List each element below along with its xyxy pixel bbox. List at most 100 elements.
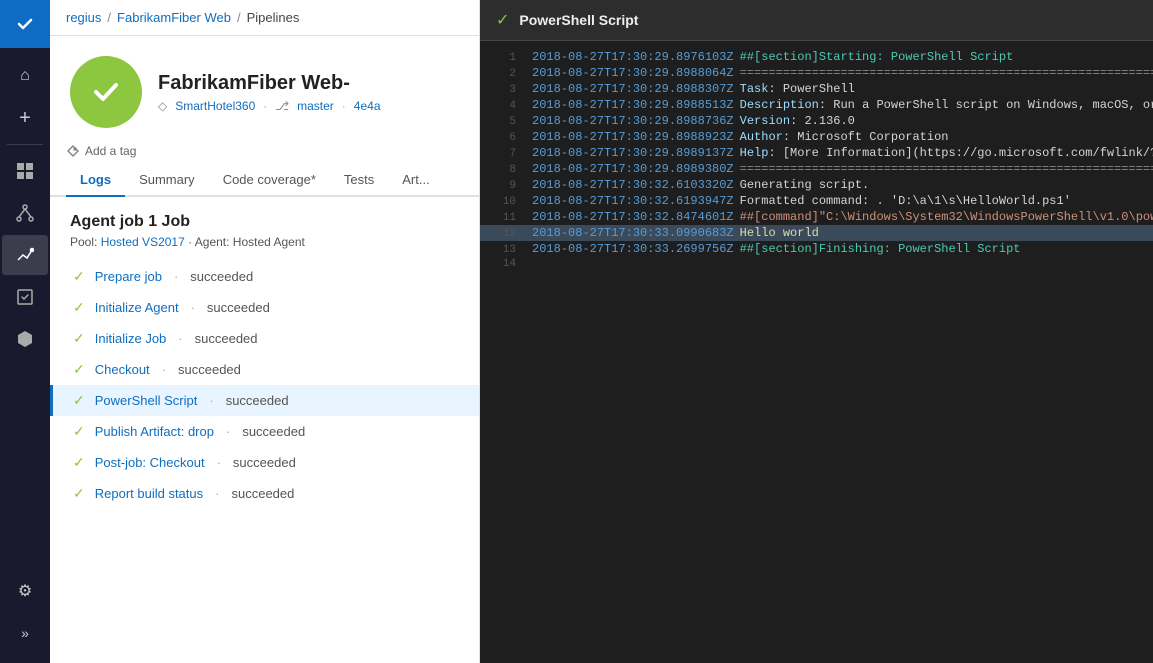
breadcrumb-project[interactable]: FabrikamFiber Web xyxy=(117,10,231,25)
build-header: FabrikamFiber Web- ◇ SmartHotel360 · ⎇ m… xyxy=(50,36,479,138)
testplans-icon[interactable] xyxy=(2,277,48,317)
tab-code-coverage[interactable]: Code coverage* xyxy=(209,164,330,197)
task-list: ✓ Prepare job · succeeded ✓ Initialize A… xyxy=(50,257,479,513)
task-item[interactable]: ✓ PowerShell Script · succeeded xyxy=(50,385,479,416)
tab-logs[interactable]: Logs xyxy=(66,164,125,197)
pool-name[interactable]: Hosted VS2017 xyxy=(101,235,185,249)
line-number: 5 xyxy=(488,116,516,128)
pipelines-icon[interactable] xyxy=(2,235,48,275)
log-text: ========================================… xyxy=(740,66,1153,80)
task-status: succeeded xyxy=(231,486,294,501)
add-tag-label: Add a tag xyxy=(85,144,136,158)
artifacts-icon[interactable] xyxy=(2,319,48,359)
task-item[interactable]: ✓ Post-job: Checkout · succeeded xyxy=(50,447,479,478)
line-number: 6 xyxy=(488,132,516,144)
log-value: : Run a PowerShell script on Windows, ma… xyxy=(819,98,1153,112)
terminal-check-icon: ✓ xyxy=(496,10,509,30)
task-dot: · xyxy=(209,393,213,408)
task-name: Post-job: Checkout xyxy=(95,455,205,470)
left-panel: regius / FabrikamFiber Web / Pipelines F… xyxy=(50,0,480,663)
repos-icon[interactable] xyxy=(2,193,48,233)
tab-summary[interactable]: Summary xyxy=(125,164,209,197)
log-line: 6 2018-08-27T17:30:29.8988923Z Author : Mi… xyxy=(480,129,1153,145)
build-commit[interactable]: 4e4a xyxy=(354,99,381,113)
breadcrumb-sep1: / xyxy=(107,10,111,25)
line-number: 3 xyxy=(488,84,516,96)
log-timestamp: 2018-08-27T17:30:29.8988064Z xyxy=(532,66,734,80)
log-timestamp: 2018-08-27T17:30:33.2699756Z xyxy=(532,242,734,256)
task-item[interactable]: ✓ Publish Artifact: drop · succeeded xyxy=(50,416,479,447)
log-text: Formatted command: . 'D:\a\1\s\HelloWorl… xyxy=(740,194,1071,208)
settings-icon[interactable]: ⚙ xyxy=(2,571,48,611)
task-item[interactable]: ✓ Checkout · succeeded xyxy=(50,354,479,385)
task-check-icon: ✓ xyxy=(73,485,85,502)
log-timestamp: 2018-08-27T17:30:32.6193947Z xyxy=(532,194,734,208)
build-source[interactable]: SmartHotel360 xyxy=(175,99,255,113)
task-dot: · xyxy=(226,424,230,439)
log-line: 102018-08-27T17:30:32.6193947ZFormatted … xyxy=(480,193,1153,209)
task-status: succeeded xyxy=(195,331,258,346)
breadcrumb-sep2: / xyxy=(237,10,241,25)
log-line: 2 2018-08-27T17:30:29.8988064Z ===========… xyxy=(480,65,1153,81)
task-check-icon: ✓ xyxy=(73,392,85,409)
log-value: : Microsoft Corporation xyxy=(783,130,949,144)
task-check-icon: ✓ xyxy=(73,361,85,378)
boards-icon[interactable] xyxy=(2,151,48,191)
task-status: succeeded xyxy=(233,455,296,470)
log-key: Author xyxy=(740,130,783,144)
log-text: ##[section]Starting: PowerShell Script xyxy=(740,50,1014,64)
task-dot: · xyxy=(178,331,182,346)
task-item[interactable]: ✓ Report build status · succeeded xyxy=(50,478,479,509)
log-key: Version xyxy=(740,114,790,128)
log-text: ##[section]Finishing: PowerShell Script xyxy=(740,242,1021,256)
terminal-header: ✓ PowerShell Script xyxy=(480,0,1153,41)
line-number: 14 xyxy=(488,258,516,270)
icon-bar: ⌂ + ⚙ » xyxy=(0,0,50,663)
log-line: 72018-08-27T17:30:29.8989137ZHelp : [Mor… xyxy=(480,145,1153,161)
line-number: 4 xyxy=(488,100,516,112)
add-tag-button[interactable]: Add a tag xyxy=(50,138,479,164)
log-line: 12018-08-27T17:30:29.8976103Z##[section]… xyxy=(480,49,1153,65)
task-item[interactable]: ✓ Initialize Job · succeeded xyxy=(50,323,479,354)
task-check-icon: ✓ xyxy=(73,268,85,285)
task-dot: · xyxy=(217,455,221,470)
log-line: 14 xyxy=(480,257,1153,271)
pool-label: Pool: xyxy=(70,235,97,249)
task-item[interactable]: ✓ Prepare job · succeeded xyxy=(50,261,479,292)
log-line: 112018-08-27T17:30:32.8474601Z##[command… xyxy=(480,209,1153,225)
log-timestamp: 2018-08-27T17:30:29.8988923Z xyxy=(532,130,734,144)
log-key: Help xyxy=(740,146,769,160)
build-info: FabrikamFiber Web- ◇ SmartHotel360 · ⎇ m… xyxy=(158,72,381,113)
home-icon[interactable]: ⌂ xyxy=(2,56,48,96)
task-status: succeeded xyxy=(207,300,270,315)
task-check-icon: ✓ xyxy=(73,423,85,440)
log-line: 13 2018-08-27T17:30:33.2699756Z ##[section… xyxy=(480,241,1153,257)
line-number: 9 xyxy=(488,180,516,192)
log-text: ##[command]"C:\Windows\System32\WindowsP… xyxy=(740,210,1153,224)
build-status-icon xyxy=(70,56,142,128)
task-check-icon: ✓ xyxy=(73,299,85,316)
build-branch[interactable]: master xyxy=(297,99,334,113)
line-number: 12 xyxy=(488,228,516,240)
breadcrumb: regius / FabrikamFiber Web / Pipelines xyxy=(50,0,479,36)
tab-tests[interactable]: Tests xyxy=(330,164,388,197)
plus-icon[interactable]: + xyxy=(2,98,48,138)
tab-artifacts[interactable]: Art... xyxy=(388,164,443,197)
task-check-icon: ✓ xyxy=(73,454,85,471)
task-item[interactable]: ✓ Initialize Agent · succeeded xyxy=(50,292,479,323)
expand-icon[interactable]: » xyxy=(2,613,48,653)
terminal-body[interactable]: 12018-08-27T17:30:29.8976103Z##[section]… xyxy=(480,41,1153,663)
job-title: Agent job 1 Job xyxy=(70,213,459,231)
job-section: Agent job 1 Job Pool: Hosted VS2017 · Ag… xyxy=(50,197,479,257)
log-key: Description xyxy=(740,98,819,112)
breadcrumb-org[interactable]: regius xyxy=(66,10,101,25)
log-line: 32018-08-27T17:30:29.8988307ZTask : Powe… xyxy=(480,81,1153,97)
line-number: 2 xyxy=(488,68,516,80)
app-logo[interactable] xyxy=(0,0,50,48)
build-branch-icon: ⎇ xyxy=(275,99,289,113)
task-name: PowerShell Script xyxy=(95,393,198,408)
log-timestamp: 2018-08-27T17:30:29.8988736Z xyxy=(532,114,734,128)
line-number: 13 xyxy=(488,244,516,256)
task-name: Checkout xyxy=(95,362,150,377)
line-number: 11 xyxy=(488,212,516,224)
